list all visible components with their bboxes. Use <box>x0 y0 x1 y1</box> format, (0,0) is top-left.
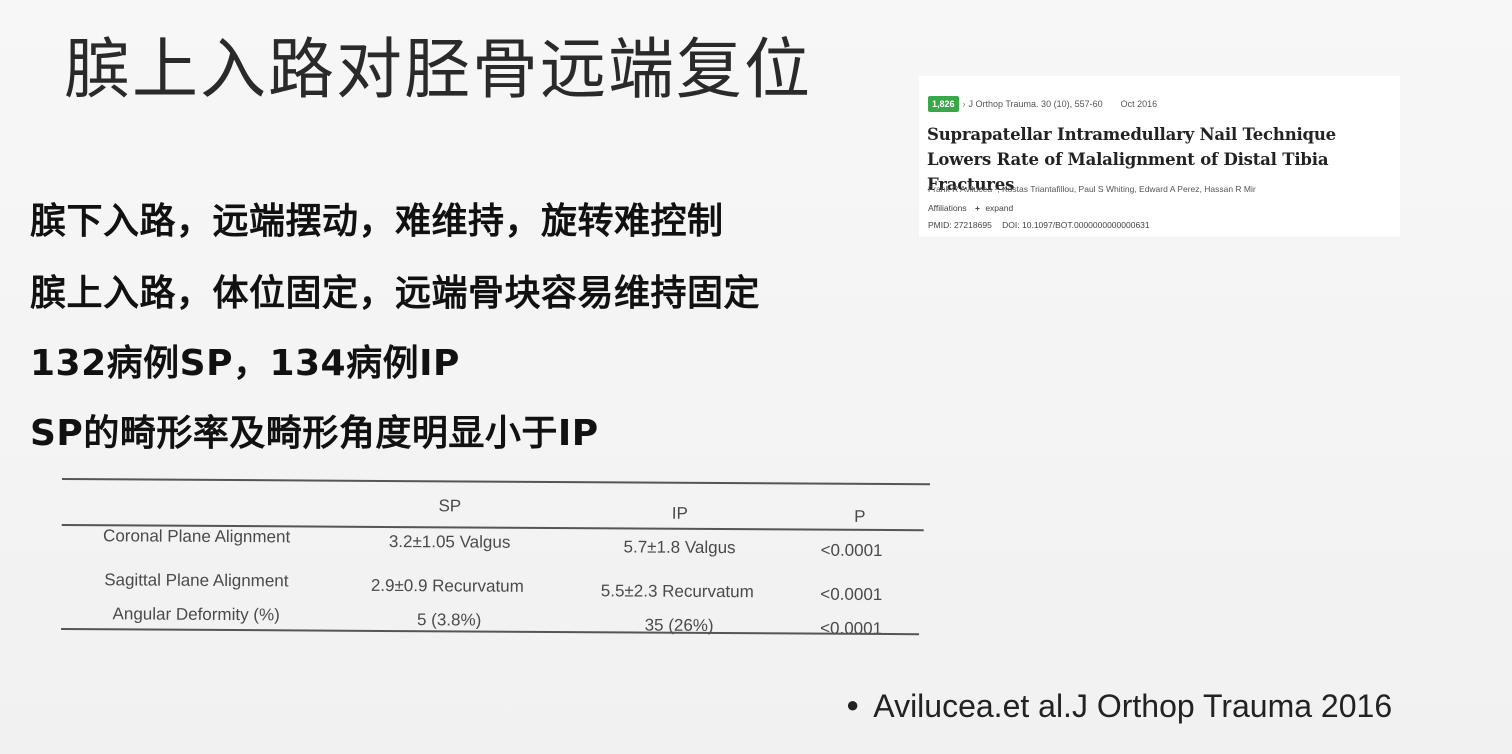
affiliations-row: Affiliations + expand <box>928 203 1013 213</box>
table-top-rule <box>61 478 930 485</box>
article-citation-card: 1,826 › J Orthop Trauma. 30 (10), 557-60… <box>919 76 1400 237</box>
slide-title: 膑上入路对胫骨远端复位 <box>64 31 812 108</box>
cell-coronal-sp: 3.2±1.05 Valgus <box>388 531 511 552</box>
cell-coronal-p: <0.0001 <box>820 540 883 561</box>
bullet-text-1: 膑下入路，远端摆动，难维持，旋转难控制 <box>30 201 724 242</box>
header-sp: SP <box>438 496 462 516</box>
article-meta-row: 1,826 › J Orthop Trauma. 30 (10), 557-60… <box>928 96 1157 112</box>
article-identifiers: PMID: 27218695 DOI: 10.1097/BOT.00000000… <box>928 220 1150 230</box>
cell-angular-p: <0.0001 <box>820 618 883 639</box>
pmid-text: PMID: 27218695 <box>928 220 992 230</box>
header-ip: IP <box>671 503 688 523</box>
bullet-dot-icon: ● <box>846 692 860 717</box>
citation-text: Avilucea.et al.J Orthop Trauma 2016 <box>873 688 1393 724</box>
slide: 膑上入路对胫骨远端复位 膑下入路，远端摆动，难维持，旋转难控制 膑上入路，体位固… <box>0 0 1512 754</box>
cell-sagittal-p: <0.0001 <box>820 584 883 605</box>
header-p: P <box>854 506 866 526</box>
cell-sagittal-ip: 5.5±2.3 Recurvatum <box>600 581 754 602</box>
cell-angular-sp: 5 (3.8%) <box>416 610 482 630</box>
expand-link: expand <box>985 203 1014 213</box>
bullet-text-2: 膑上入路，体位固定，远端骨块容易维持固定 <box>30 273 761 314</box>
bullet-text-3: 132病例SP，134病例IP <box>30 343 460 384</box>
citation-count-badge: 1,826 <box>928 96 959 112</box>
article-authors: Frank R Avilucea ¹, Kostas Triantafillou… <box>928 184 1256 194</box>
plus-icon: + <box>974 203 980 213</box>
journal-reference: J Orthop Trauma. 30 (10), 557-60 <box>968 99 1103 109</box>
row-label-sagittal: Sagittal Plane Alignment <box>104 570 289 591</box>
affiliations-label: Affiliations <box>928 203 967 213</box>
cell-coronal-ip: 5.7±1.8 Valgus <box>623 537 736 558</box>
row-label-angular: Angular Deformity (%) <box>112 604 280 625</box>
bullet-text-4: SP的畸形率及畸形角度明显小于IP <box>30 413 599 454</box>
cell-sagittal-sp: 2.9±0.9 Recurvatum <box>370 575 524 596</box>
comparison-table: SP IP P Coronal Plane Alignment 3.2±1.05… <box>61 478 930 638</box>
chevron-right-icon: › <box>962 99 966 109</box>
doi-text: DOI: 10.1097/BOT.0000000000000631 <box>1002 220 1150 230</box>
row-label-coronal: Coronal Plane Alignment <box>103 526 291 547</box>
citation-line: ● Avilucea.et al.J Orthop Trauma 2016 <box>846 688 1392 725</box>
publication-date: Oct 2016 <box>1120 99 1158 109</box>
